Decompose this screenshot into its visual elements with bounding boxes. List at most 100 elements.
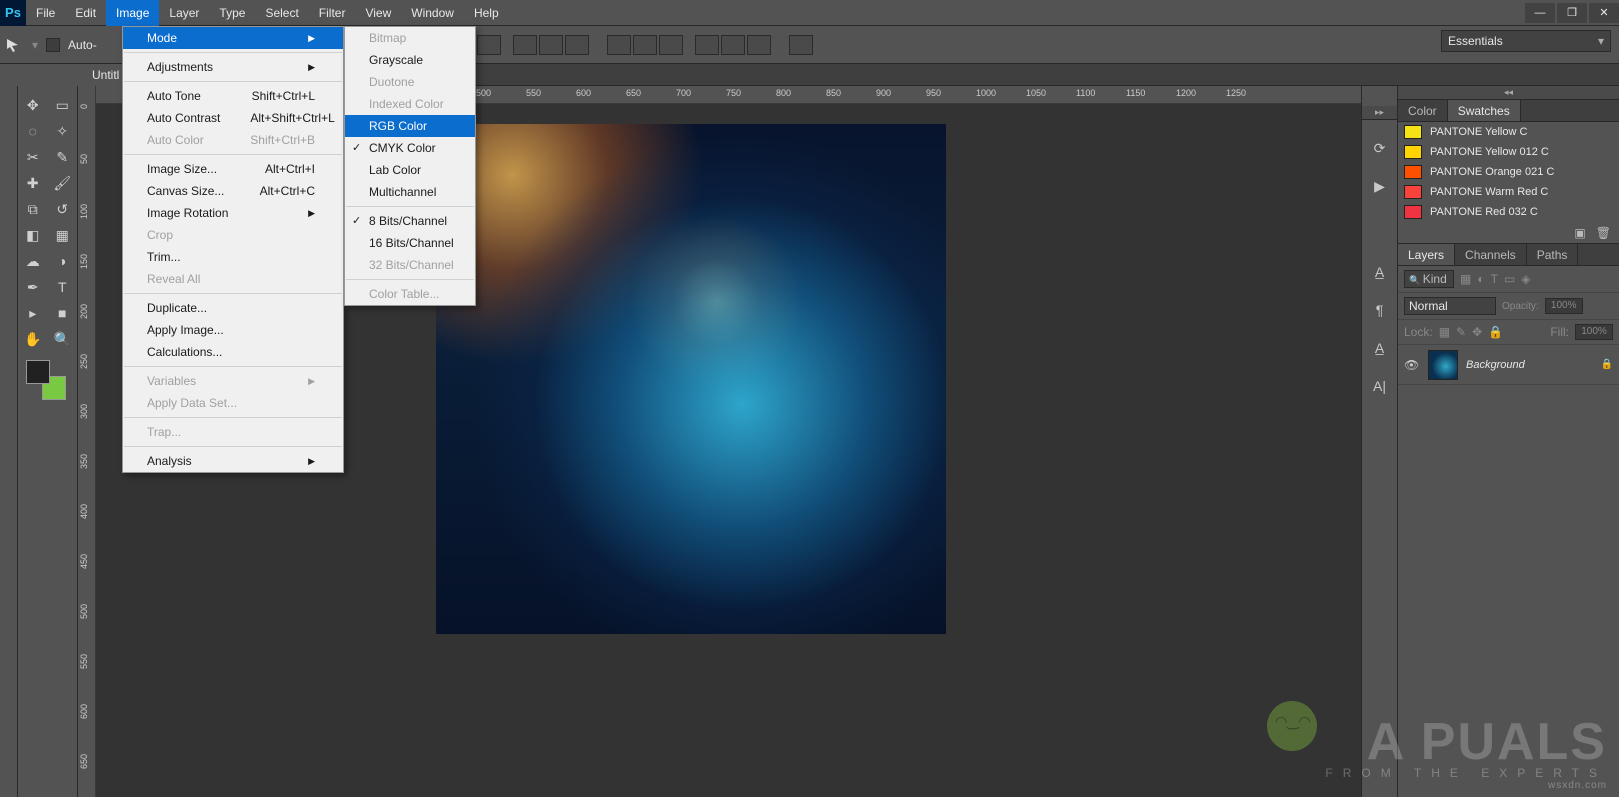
distribute-icon[interactable] — [747, 35, 771, 55]
panel-collapse-handle[interactable]: ◂◂ — [1398, 86, 1619, 100]
menu-auto-tone[interactable]: Auto ToneShift+Ctrl+L — [123, 85, 343, 107]
menu-adjustments[interactable]: Adjustments▶ — [123, 56, 343, 78]
actions-panel-icon[interactable]: ▶ — [1370, 176, 1390, 196]
fill-value[interactable]: 100% — [1575, 324, 1613, 340]
lock-transparent-icon[interactable]: ▦ — [1439, 325, 1450, 339]
tab-paths[interactable]: Paths — [1527, 244, 1579, 265]
pen-tool-icon[interactable]: ✒ — [18, 274, 48, 300]
align-icon[interactable] — [539, 35, 563, 55]
menu-trim[interactable]: Trim... — [123, 246, 343, 268]
menu-image-rotation[interactable]: Image Rotation▶ — [123, 202, 343, 224]
menu-duplicate[interactable]: Duplicate... — [123, 297, 343, 319]
maximize-button[interactable]: ❐ — [1557, 3, 1587, 23]
mode-lab[interactable]: Lab Color — [345, 159, 475, 181]
opacity-value[interactable]: 100% — [1545, 298, 1583, 314]
menu-image-size[interactable]: Image Size...Alt+Ctrl+I — [123, 158, 343, 180]
swatch-item[interactable]: PANTONE Yellow 012 C — [1398, 142, 1619, 162]
menu-layer[interactable]: Layer — [159, 0, 209, 26]
lock-all-icon[interactable]: 🔒 — [1488, 325, 1503, 339]
layer-row[interactable]: 👁 Background 🔒 — [1398, 345, 1619, 385]
paragraph-panel-icon[interactable]: ¶ — [1370, 300, 1390, 320]
filter-pixel-icon[interactable]: ▦ — [1460, 272, 1471, 286]
menu-window[interactable]: Window — [401, 0, 464, 26]
gradient-tool-icon[interactable]: ▦ — [48, 222, 78, 248]
para-styles-icon[interactable]: A| — [1370, 376, 1390, 396]
tab-channels[interactable]: Channels — [1455, 244, 1527, 265]
path-select-icon[interactable]: ▸ — [18, 300, 48, 326]
wand-tool-icon[interactable]: ✧ — [48, 118, 78, 144]
visibility-icon[interactable]: 👁 — [1404, 358, 1420, 372]
auto-select-checkbox[interactable] — [46, 38, 60, 52]
eyedropper-tool-icon[interactable]: ✎ — [48, 144, 78, 170]
mode-color-table[interactable]: Color Table... — [345, 283, 475, 305]
distribute-icon[interactable] — [607, 35, 631, 55]
swatch-item[interactable]: PANTONE Orange 021 C — [1398, 162, 1619, 182]
shape-tool-icon[interactable]: ■ — [48, 300, 78, 326]
layer-kind-filter[interactable]: Kind — [1404, 270, 1454, 288]
swatch-item[interactable]: PANTONE Warm Red C — [1398, 182, 1619, 202]
menu-trap[interactable]: Trap... — [123, 421, 343, 443]
mode-cmyk[interactable]: ✓CMYK Color — [345, 137, 475, 159]
hand-tool-icon[interactable]: ✋ — [18, 326, 48, 352]
move-tool-icon[interactable]: ✥ — [18, 92, 48, 118]
close-button[interactable]: ✕ — [1589, 3, 1619, 23]
menu-variables[interactable]: Variables▶ — [123, 370, 343, 392]
align-icon[interactable] — [513, 35, 537, 55]
distribute-icon[interactable] — [721, 35, 745, 55]
char-styles-icon[interactable]: A̲ — [1370, 338, 1390, 358]
menu-view[interactable]: View — [355, 0, 401, 26]
mode-indexed[interactable]: Indexed Color — [345, 93, 475, 115]
align-icon[interactable] — [565, 35, 589, 55]
dodge-tool-icon[interactable]: ◑ — [48, 248, 78, 274]
color-swatches[interactable] — [26, 360, 66, 400]
distribute-icon[interactable] — [633, 35, 657, 55]
blur-tool-icon[interactable]: ☁ — [18, 248, 48, 274]
menu-crop[interactable]: Crop — [123, 224, 343, 246]
filter-type-icon[interactable]: T — [1491, 272, 1498, 286]
menu-calculations[interactable]: Calculations... — [123, 341, 343, 363]
layer-thumbnail[interactable] — [1428, 350, 1458, 380]
mode-rgb[interactable]: RGB Color — [345, 115, 475, 137]
lock-pixels-icon[interactable]: ✎ — [1456, 325, 1466, 339]
lasso-tool-icon[interactable]: ◌ — [18, 118, 48, 144]
history-panel-icon[interactable]: ⟳ — [1370, 138, 1390, 158]
minimize-button[interactable]: — — [1525, 3, 1555, 23]
filter-adjust-icon[interactable]: ◐ — [1477, 272, 1484, 286]
menu-apply-image[interactable]: Apply Image... — [123, 319, 343, 341]
heal-tool-icon[interactable]: ✚ — [18, 170, 48, 196]
history-brush-icon[interactable]: ↺ — [48, 196, 78, 222]
filter-shape-icon[interactable]: ▭ — [1504, 272, 1515, 286]
mode-duotone[interactable]: Duotone — [345, 71, 475, 93]
swatch-item[interactable]: PANTONE Red 032 C — [1398, 202, 1619, 222]
distribute-icon[interactable] — [659, 35, 683, 55]
panel-collapse-handle[interactable]: ▸▸ — [1362, 106, 1397, 120]
lock-position-icon[interactable]: ✥ — [1472, 325, 1482, 339]
menu-type[interactable]: Type — [209, 0, 255, 26]
type-tool-icon[interactable]: T — [48, 274, 78, 300]
blend-mode-dropdown[interactable]: Normal — [1404, 297, 1496, 315]
menu-canvas-size[interactable]: Canvas Size...Alt+Ctrl+C — [123, 180, 343, 202]
tab-layers[interactable]: Layers — [1398, 244, 1455, 265]
filter-smart-icon[interactable]: ◈ — [1521, 272, 1530, 286]
foreground-color[interactable] — [26, 360, 50, 384]
mode-grayscale[interactable]: Grayscale — [345, 49, 475, 71]
crop-tool-icon[interactable]: ✂ — [18, 144, 48, 170]
delete-swatch-icon[interactable]: 🗑 — [1596, 226, 1611, 240]
menu-analysis[interactable]: Analysis▶ — [123, 450, 343, 472]
menu-select[interactable]: Select — [255, 0, 308, 26]
mode-multichannel[interactable]: Multichannel — [345, 181, 475, 203]
marquee-tool-icon[interactable]: ▭ — [48, 92, 78, 118]
menu-auto-color[interactable]: Auto ColorShift+Ctrl+B — [123, 129, 343, 151]
tab-color[interactable]: Color — [1398, 100, 1448, 121]
menu-filter[interactable]: Filter — [309, 0, 356, 26]
align-icon[interactable] — [477, 35, 501, 55]
menu-apply-data-set[interactable]: Apply Data Set... — [123, 392, 343, 414]
mode-bitmap[interactable]: Bitmap — [345, 27, 475, 49]
menu-image[interactable]: Image — [106, 0, 159, 26]
menu-auto-contrast[interactable]: Auto ContrastAlt+Shift+Ctrl+L — [123, 107, 343, 129]
zoom-tool-icon[interactable]: 🔍 — [48, 326, 78, 352]
menu-file[interactable]: File — [26, 0, 65, 26]
eraser-tool-icon[interactable]: ◧ — [18, 222, 48, 248]
workspace-switcher[interactable]: Essentials — [1441, 30, 1611, 52]
mode-16bit[interactable]: 16 Bits/Channel — [345, 232, 475, 254]
